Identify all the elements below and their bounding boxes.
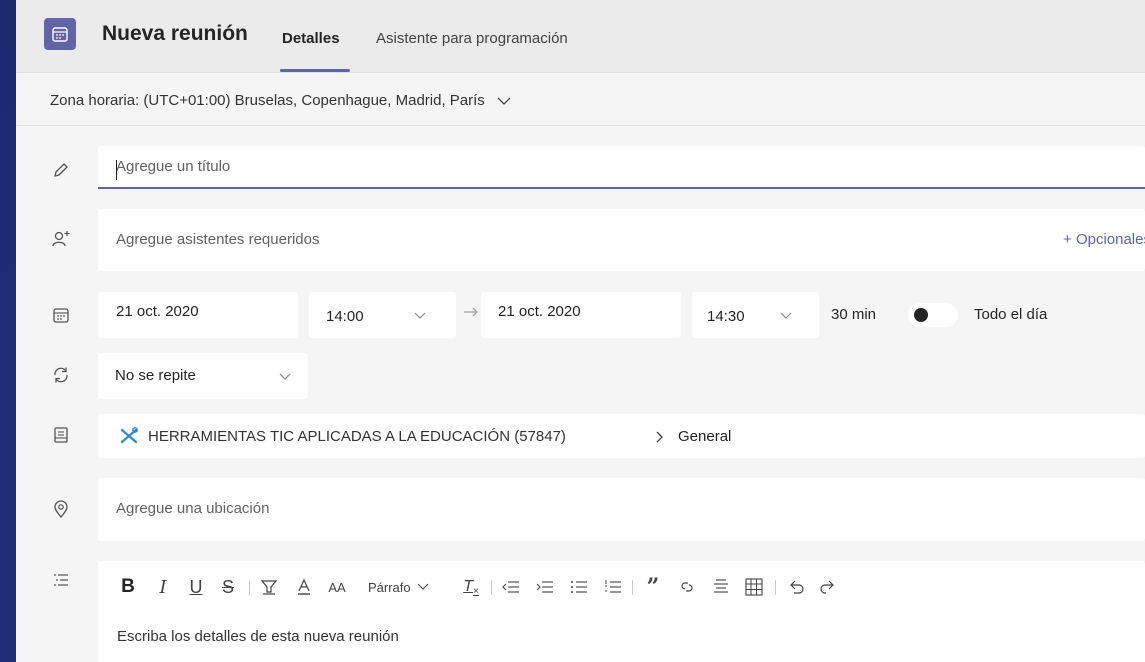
bold-button[interactable]: B — [118, 575, 138, 599]
all-day-toggle[interactable] — [908, 303, 958, 327]
font-size-button[interactable]: AA — [324, 575, 350, 599]
quote-button[interactable]: ” — [642, 574, 664, 600]
timezone-selector[interactable]: Zona horaria: (UTC+01:00) Bruselas, Cope… — [50, 92, 511, 109]
decrease-indent-icon[interactable] — [500, 575, 522, 599]
add-person-icon — [50, 228, 72, 250]
toggle-knob — [914, 308, 928, 322]
highlight-icon[interactable] — [258, 575, 280, 599]
tools-icon — [119, 427, 139, 445]
increase-indent-icon[interactable] — [534, 575, 556, 599]
location-icon — [50, 498, 72, 520]
page-title: Nueva reunión — [102, 22, 248, 45]
chevron-down-icon — [779, 309, 793, 323]
pencil-icon — [50, 159, 72, 181]
numbered-list-icon[interactable] — [602, 575, 624, 599]
end-time-select[interactable]: 14:30 — [692, 292, 819, 338]
channel-team-name: HERRAMIENTAS TIC APLICADAS A LA EDUCACIÓ… — [148, 428, 566, 445]
start-date-value: 21 oct. 2020 — [116, 303, 199, 320]
italic-button[interactable]: I — [153, 575, 173, 599]
redo-icon[interactable] — [817, 575, 839, 599]
chevron-down-icon — [497, 96, 511, 106]
font-color-icon[interactable] — [294, 575, 314, 599]
description-placeholder: Escriba los detalles de esta nueva reuni… — [117, 628, 399, 645]
clear-formatting-label: T — [463, 578, 473, 595]
clear-formatting-sub-icon: × — [472, 585, 479, 597]
chevron-down-icon — [417, 583, 429, 591]
calendar-icon — [50, 304, 72, 326]
start-time-select[interactable]: 14:00 — [309, 292, 456, 338]
link-icon[interactable] — [676, 575, 698, 599]
toolbar-separator — [775, 580, 776, 595]
align-center-icon[interactable] — [710, 575, 732, 599]
description-editor[interactable]: B I U S AA Párrafo T × ” Escriba los det… — [98, 561, 1145, 662]
strikethrough-button[interactable]: S — [218, 575, 238, 599]
title-placeholder: Agregue un título — [116, 158, 231, 175]
toolbar-separator — [632, 580, 633, 595]
undo-icon[interactable] — [785, 575, 807, 599]
calendar-icon — [44, 18, 76, 50]
chevron-down-icon — [278, 370, 292, 384]
location-input[interactable]: Agregue una ubicación — [98, 478, 1145, 541]
end-date-picker[interactable]: 21 oct. 2020 — [481, 292, 681, 338]
chevron-down-icon — [413, 309, 427, 323]
end-date-value: 21 oct. 2020 — [498, 303, 581, 320]
end-time-value: 14:30 — [707, 308, 745, 325]
start-date-picker[interactable]: 21 oct. 2020 — [98, 292, 298, 338]
paragraph-label: Párrafo — [368, 579, 411, 595]
chevron-right-icon — [656, 431, 664, 443]
meeting-window: Nueva reunión Detalles Asistente para pr… — [16, 0, 1145, 662]
clear-formatting-button[interactable]: T × — [461, 575, 481, 599]
tab-asistente-programacion[interactable]: Asistente para programación — [376, 30, 568, 47]
text-caret — [116, 160, 117, 180]
repeat-value: No se repite — [115, 367, 196, 384]
optional-attendees-link[interactable]: + Opcionales — [1063, 231, 1145, 248]
underline-button[interactable]: U — [186, 575, 206, 599]
title-input[interactable]: Agregue un título — [98, 146, 1145, 189]
arrow-right-icon — [463, 306, 479, 318]
channel-name: General — [678, 428, 732, 445]
repeat-select[interactable]: No se repite — [98, 353, 308, 399]
channel-icon — [50, 424, 72, 446]
tab-detalles[interactable]: Detalles — [282, 30, 340, 47]
attendees-placeholder: Agregue asistentes requeridos — [116, 231, 320, 248]
description-list-icon — [50, 569, 72, 591]
toolbar-separator — [249, 580, 250, 595]
timezone-label: Zona horaria: (UTC+01:00) Bruselas, Cope… — [50, 92, 485, 109]
table-icon[interactable] — [743, 575, 765, 599]
attendees-input[interactable]: Agregue asistentes requeridos + Opcional… — [98, 209, 1145, 271]
channel-selector[interactable]: HERRAMIENTAS TIC APLICADAS A LA EDUCACIÓ… — [98, 414, 1145, 458]
paragraph-style-select[interactable]: Párrafo — [368, 575, 452, 599]
timezone-bar: Zona horaria: (UTC+01:00) Bruselas, Cope… — [16, 74, 1145, 126]
all-day-label: Todo el día — [974, 306, 1048, 323]
header: Nueva reunión Detalles Asistente para pr… — [16, 0, 1145, 73]
bullet-list-icon[interactable] — [568, 575, 590, 599]
active-tab-indicator — [280, 69, 350, 72]
location-placeholder: Agregue una ubicación — [116, 500, 270, 517]
toolbar-separator — [491, 580, 492, 595]
duration-label: 30 min — [831, 306, 877, 323]
start-time-value: 14:00 — [326, 308, 364, 325]
repeat-icon — [50, 364, 72, 386]
